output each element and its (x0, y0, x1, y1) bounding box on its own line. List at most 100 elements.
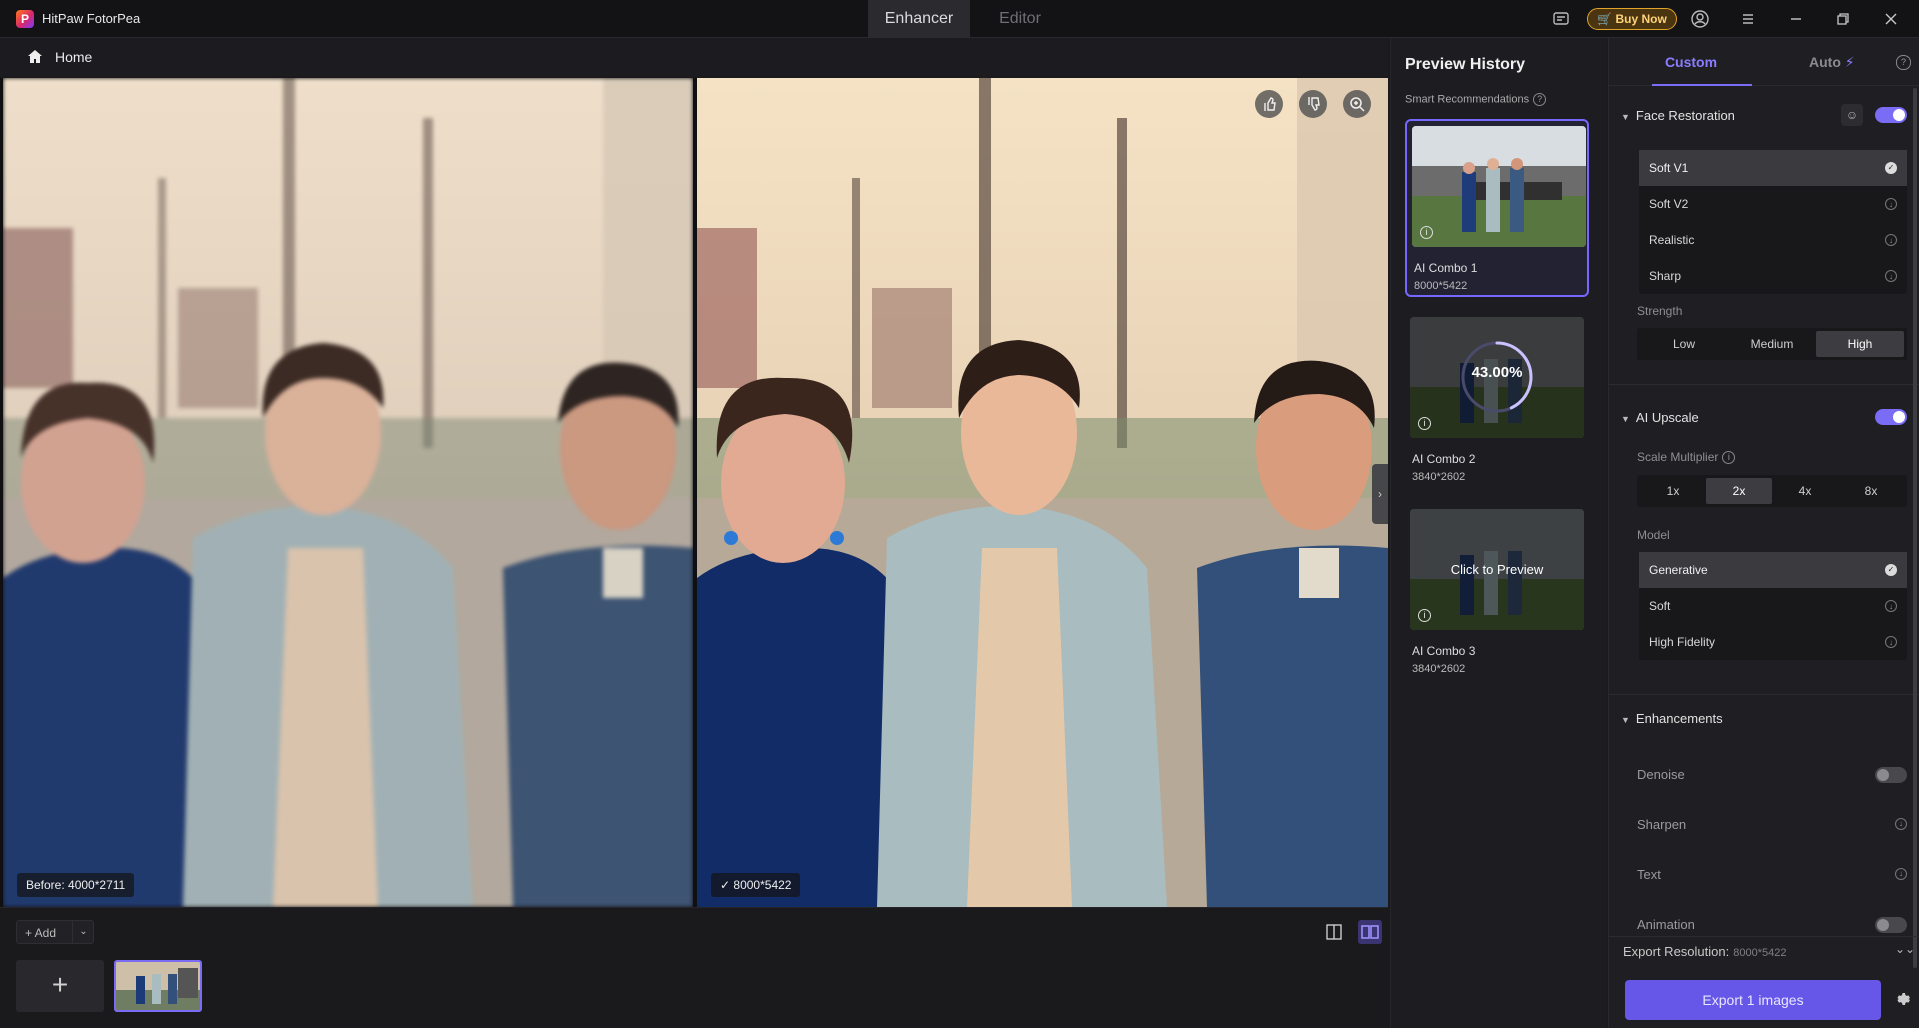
buy-now-button[interactable]: 🛒 Buy Now (1587, 8, 1677, 30)
download-icon[interactable]: ↓ (1895, 818, 1907, 830)
upscale-model-option[interactable]: High Fidelity ↓ (1639, 624, 1907, 660)
face-restoration-title: Face Restoration (1635, 108, 1735, 123)
split-view-icon[interactable] (1322, 920, 1346, 944)
restore-icon[interactable] (1832, 8, 1854, 30)
preview-history-panel: Preview History Smart Recommendations? i… (1390, 38, 1607, 1028)
info-icon[interactable]: i (1418, 417, 1431, 430)
face-model-option[interactable]: Soft V1 ✓ (1639, 150, 1907, 186)
tab-editor[interactable]: Editor (970, 0, 1070, 38)
ai-combo-3-card[interactable]: Click to Preview i AI Combo 3 3840*2602 (1405, 504, 1589, 682)
tab-auto[interactable]: Auto ⚡ (1809, 54, 1855, 71)
face-icon[interactable]: ☺ (1841, 104, 1863, 126)
ai-upscale-toggle[interactable] (1875, 409, 1907, 425)
ai-combo-1-card[interactable]: i AI Combo 1 8000*5422 (1405, 119, 1589, 297)
upscale-model-label: Generative (1649, 563, 1708, 577)
thumbs-up-icon[interactable] (1255, 90, 1283, 118)
tab-custom[interactable]: Custom (1641, 54, 1741, 70)
ai-upscale-header[interactable]: ▼ AI Upscale (1621, 410, 1699, 425)
download-icon[interactable]: ↓ (1885, 234, 1897, 246)
upscale-model-option[interactable]: Soft ↓ (1639, 588, 1907, 624)
info-circle-icon[interactable]: i (1722, 451, 1736, 465)
before-image[interactable]: Before: 4000*2711 (3, 78, 693, 907)
face-model-label: Soft V2 (1649, 197, 1689, 211)
face-restoration-header[interactable]: ▼ Face Restoration (1621, 108, 1735, 123)
ai-upscale-title: AI Upscale (1635, 410, 1699, 425)
scale-option-2x[interactable]: 2x (1706, 478, 1772, 504)
info-icon[interactable]: i (1418, 609, 1431, 622)
denoise-toggle[interactable] (1875, 767, 1907, 783)
download-icon[interactable]: ↓ (1885, 270, 1897, 282)
buy-now-label: Buy Now (1615, 12, 1667, 26)
settings-help-icon[interactable]: ? (1896, 55, 1911, 70)
export-resolution-label: Export Resolution: (1623, 944, 1730, 959)
face-model-option[interactable]: Soft V2 ↓ (1639, 186, 1907, 222)
enhancement-denoise-label: Denoise (1637, 767, 1685, 782)
enhancement-text-label: Text (1637, 867, 1661, 882)
app-logo: P (16, 10, 34, 28)
lightning-icon: ⚡ (1844, 54, 1855, 70)
strength-option-high[interactable]: High (1816, 331, 1904, 357)
title-bar: P HitPaw FotorPea Enhancer Editor 🛒 Buy … (0, 0, 1919, 38)
ai-combo-1-resolution: 8000*5422 (1414, 280, 1468, 292)
ai-combo-2-card[interactable]: 43.00% i AI Combo 2 3840*2602 (1405, 312, 1589, 490)
ai-combo-1-thumbnail: i (1412, 126, 1586, 247)
help-icon[interactable]: ? (1533, 93, 1547, 106)
scale-option-4x[interactable]: 4x (1772, 478, 1838, 504)
account-icon[interactable] (1689, 8, 1711, 30)
bottom-bar: + Add ⌄ + (0, 907, 1388, 1028)
strength-option-medium[interactable]: Medium (1728, 331, 1816, 357)
ai-combo-2-resolution: 3840*2602 (1412, 471, 1466, 483)
home-bar: Home (0, 38, 1388, 76)
menu-icon[interactable] (1737, 8, 1759, 30)
tab-enhancer[interactable]: Enhancer (868, 0, 970, 38)
check-icon: ✓ (720, 878, 731, 892)
chevron-down-icon[interactable]: ⌄⌄ (1895, 942, 1915, 956)
settings-tabs: Custom Auto ⚡ ? (1609, 38, 1919, 86)
download-icon[interactable]: ↓ (1895, 868, 1907, 880)
info-icon[interactable]: i (1420, 226, 1433, 239)
after-image[interactable]: ✓ 8000*5422 (697, 78, 1388, 907)
check-circle-icon: ✓ (1885, 564, 1897, 576)
thumbs-down-icon[interactable] (1299, 90, 1327, 118)
ai-combo-3-resolution: 3840*2602 (1412, 663, 1466, 675)
enhancements-header[interactable]: ▼ Enhancements (1621, 711, 1723, 726)
scale-option-1x[interactable]: 1x (1640, 478, 1706, 504)
scale-multiplier-label: Scale Multiplier i (1637, 450, 1736, 465)
tab-auto-label: Auto (1809, 54, 1841, 70)
export-button[interactable]: Export 1 images (1625, 980, 1881, 1020)
before-size-label: Before: 4000*2711 (17, 873, 135, 897)
add-button[interactable]: + Add ⌄ (16, 920, 94, 944)
upscale-model-list: Generative ✓ Soft ↓ High Fidelity ↓ (1639, 552, 1907, 660)
settings-panel: Custom Auto ⚡ ? ▼ Face Restoration ☺ Soft… (1608, 38, 1919, 1028)
click-to-preview-label[interactable]: Click to Preview (1410, 562, 1584, 577)
download-icon[interactable]: ↓ (1885, 636, 1897, 648)
collapse-panel-handle[interactable]: › (1372, 464, 1388, 524)
minimize-icon[interactable] (1785, 8, 1807, 30)
gear-icon[interactable] (1893, 990, 1911, 1008)
download-icon[interactable]: ↓ (1885, 198, 1897, 210)
scale-selector: 1x 2x 4x 8x (1637, 475, 1907, 507)
image-viewer[interactable]: Before: 4000*2711 ✓ 8000*5422 › (0, 78, 1388, 907)
side-by-side-view-icon[interactable] (1358, 920, 1382, 944)
face-restoration-toggle[interactable] (1875, 107, 1907, 123)
face-model-option[interactable]: Realistic ↓ (1639, 222, 1907, 258)
strength-option-low[interactable]: Low (1640, 331, 1728, 357)
settings-scrollbar[interactable] (1913, 88, 1917, 968)
image-thumbnail[interactable] (114, 960, 202, 1012)
ai-combo-3-thumbnail: Click to Preview i (1410, 509, 1584, 630)
home-link[interactable]: Home (55, 49, 92, 65)
app-title: HitPaw FotorPea (42, 11, 141, 26)
feedback-icon[interactable] (1550, 8, 1572, 30)
upscale-model-option[interactable]: Generative ✓ (1639, 552, 1907, 588)
scale-option-8x[interactable]: 8x (1838, 478, 1904, 504)
close-icon[interactable] (1880, 8, 1902, 30)
animation-toggle[interactable] (1875, 917, 1907, 933)
zoom-in-icon[interactable] (1343, 90, 1371, 118)
export-resolution-value: 8000*5422 (1733, 947, 1787, 959)
add-dropdown-icon[interactable]: ⌄ (72, 921, 94, 943)
face-model-option[interactable]: Sharp ↓ (1639, 258, 1907, 294)
add-image-tile[interactable]: + (16, 960, 104, 1012)
home-icon[interactable] (26, 48, 44, 66)
mode-tabs: Enhancer Editor (868, 0, 1070, 38)
download-icon[interactable]: ↓ (1885, 600, 1897, 612)
